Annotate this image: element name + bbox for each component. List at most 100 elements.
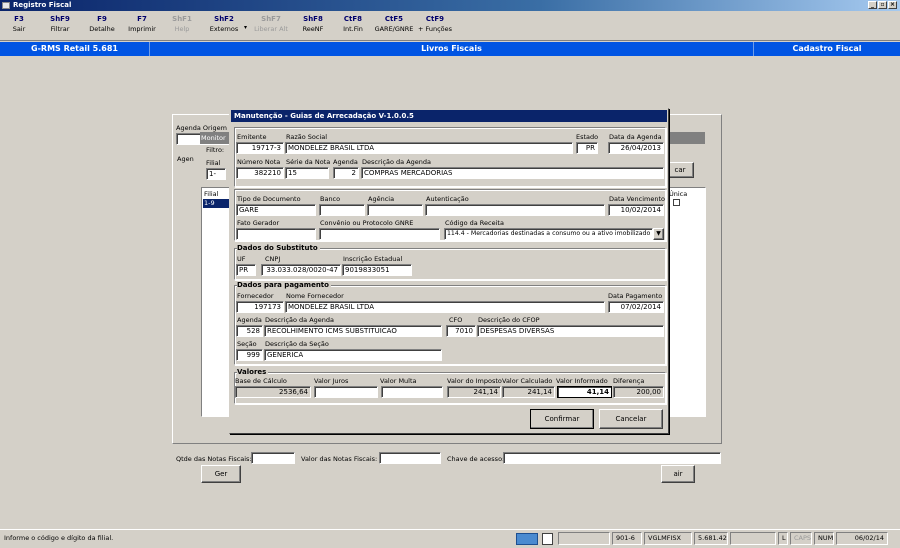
toolbar-button-mais-funcoes[interactable]: CtF9 + Funções [416,14,454,34]
data-vencimento-field[interactable]: 10/02/2014 [608,204,664,216]
valor-notas-field[interactable] [379,452,441,464]
data-pagamento-label: Data Pagamento [608,292,663,300]
convenio-label: Convênio ou Protocolo GNRE [320,219,414,227]
function-key-toolbar: F3 Sair ShF9 Filtrar F9 Detalhe F7 Imprimir … [0,11,900,41]
descricao-cfop-field[interactable]: DESPESAS DIVERSAS [477,325,664,337]
chave-acesso-label: Chave de acesso: [447,455,505,463]
toolbar-button-sair[interactable]: F3 Sair [4,14,34,34]
externos-dropdown-icon[interactable]: ▾ [244,24,247,31]
banco-label: Banco [320,195,341,203]
window-title-bar: Registro Fiscal _ ▫ × [0,0,900,11]
agenda-field[interactable]: 2 [333,167,359,179]
valor-juros-field[interactable] [314,386,378,398]
status-date: 06/02/14 [836,532,888,545]
toolbar-button-imprimir[interactable]: F7 Imprimir [126,14,158,34]
uf-field[interactable]: PR [236,264,256,276]
codigo-receita-label: Código da Receita [445,219,504,227]
autenticacao-field[interactable] [425,204,605,216]
module-title: Livros Fiscais [150,42,754,56]
status-l: L [778,532,788,545]
tipo-documento-label: Tipo de Documento [237,195,301,203]
status-num: NUM [814,532,834,545]
tipo-documento-field[interactable]: GARE [236,204,316,216]
fornecedor-label: Fornecedor [237,292,274,300]
descricao-secao-field[interactable]: GENERICA [264,349,442,361]
agencia-field[interactable] [367,204,423,216]
valor-calculado-label: Valor Calculado [502,377,553,385]
chevron-down-icon[interactable]: ▼ [653,228,664,240]
chave-acesso-field[interactable] [503,452,721,464]
toolbar-button-filtrar[interactable]: ShF9 Filtrar [44,14,76,34]
gerar-button[interactable]: Ger [201,465,241,483]
codigo-receita-select[interactable]: 114.4 - Mercadorias destinadas a consumo… [444,228,653,240]
data-agenda-label: Data da Agenda [609,133,662,141]
list-header-unica: Única [669,190,688,198]
section-title: Cadastro Fiscal [792,44,862,53]
list-item[interactable]: 1-9 [203,199,231,208]
emitente-field[interactable]: 19717-3 [236,142,284,154]
cnpj-field[interactable]: 33.033.028/0020-47 [261,264,341,276]
numero-nota-field[interactable]: 382210 [236,167,284,179]
estado-field[interactable]: PR [576,142,598,154]
close-button[interactable]: × [888,1,897,9]
confirmar-button[interactable]: Confirmar [530,409,594,429]
agenda-origem-label: Agenda Origem [176,124,227,132]
list-header-filial: Filial [204,190,219,198]
serie-nota-field[interactable]: 15 [285,167,329,179]
fornecedor-field[interactable]: 197173 [236,301,284,313]
minimize-button[interactable]: _ [868,1,877,9]
uf-label: UF [237,255,246,263]
razao-social-field[interactable]: MONDELEZ BRASIL LTDA [285,142,573,154]
unica-checkbox[interactable] [673,199,680,206]
network-icon [516,533,538,545]
buscar-button[interactable]: car [666,162,694,178]
status-bar: Informe o código e dígito da filial. 901… [0,529,900,548]
toolbar-button-liberar-alt[interactable]: ShF7 Liberar Alt [254,14,288,34]
status-message: Informe o código e dígito da filial. [0,532,512,545]
diferenca-label: Diferença [613,377,645,385]
valor-multa-field[interactable] [381,386,443,398]
base-calculo-label: Base de Cálculo [235,377,287,385]
cancelar-button[interactable]: Cancelar [599,409,663,429]
valor-informado-field[interactable]: 41,14 [557,386,612,398]
substituto-group-title: Dados do Substituto [237,244,320,252]
fato-gerador-field[interactable] [236,228,316,240]
toolbar-button-detalhe[interactable]: F9 Detalhe [86,14,118,34]
agenda-pagamento-label: Agenda [237,316,262,324]
toolbar-button-gare-gnre[interactable]: CtF5 GARE/GNRE [372,14,416,34]
cfo-label: CFO [449,316,463,324]
valor-multa-label: Valor Multa [380,377,417,385]
data-agenda-field[interactable]: 26/04/2013 [608,142,664,154]
document-icon [542,533,553,545]
valor-calculado-field: 241,14 [502,386,555,398]
toolbar-button-externos[interactable]: ShF2 Externos [206,14,242,34]
cfo-field[interactable]: 7010 [446,325,476,337]
descricao-secao-label: Descrição da Seção [265,340,329,348]
guias-arrecadacao-dialog: Manutenção - Guias de Arrecadação V-1.0.… [229,108,669,434]
descricao-agenda-field[interactable]: COMPRAS MERCADORIAS [361,167,664,179]
toolbar-button-int-fin[interactable]: CtF8 Int.Fin [338,14,368,34]
valor-juros-label: Valor Juros [314,377,349,385]
qtde-notas-field[interactable] [251,452,295,464]
toolbar-button-help[interactable]: ShF1 Help [167,14,197,34]
agenda-pagamento-field[interactable]: 528 [236,325,263,337]
data-pagamento-field[interactable]: 07/02/2014 [608,301,664,313]
toolbar-button-reenf[interactable]: ShF8 ReeNF [298,14,328,34]
sair-button[interactable]: air [661,465,695,483]
descricao-cfop-label: Descrição do CFOP [478,316,540,324]
secao-field[interactable]: 999 [236,349,263,361]
valor-notas-label: Valor das Notas Fiscais: [301,455,378,463]
nome-fornecedor-field[interactable]: MONDELEZ BRASIL LTDA [285,301,605,313]
secao-label: Seção [237,340,257,348]
status-blank [558,532,610,545]
emitente-label: Emitente [237,133,267,141]
restore-button[interactable]: ▫ [878,1,887,9]
convenio-field[interactable] [319,228,440,240]
inscricao-estadual-field[interactable]: 9019833051 [342,264,412,276]
fato-gerador-label: Fato Gerador [237,219,280,227]
banco-field[interactable] [319,204,365,216]
numero-nota-label: Número Nota [237,158,281,166]
qtde-notas-label: Qtde das Notas Fiscais: [176,455,252,463]
descricao-agenda-pagamento-field[interactable]: RECOLHIMENTO ICMS SUBSTITUICAO [264,325,442,337]
filial-filter-field[interactable]: 1- [206,168,226,180]
